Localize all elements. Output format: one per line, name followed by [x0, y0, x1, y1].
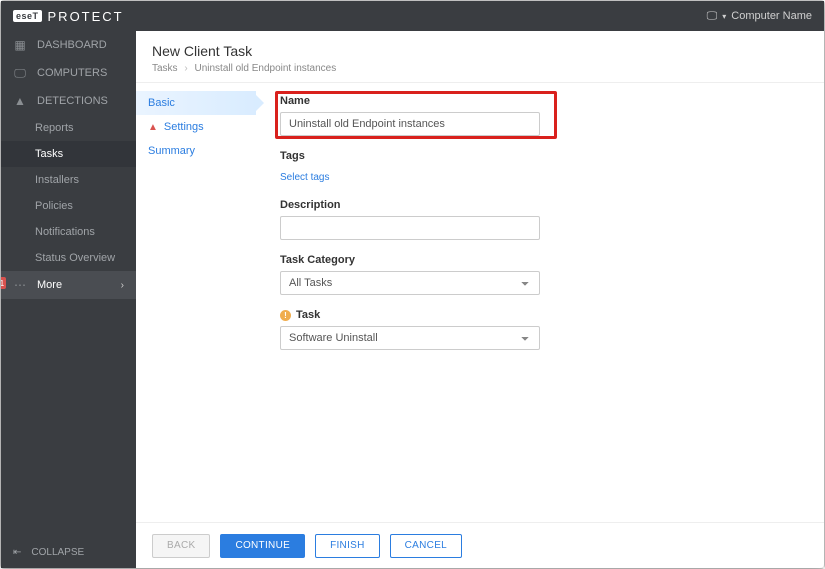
name-label: Name — [280, 95, 540, 107]
finish-button[interactable]: FINISH — [315, 534, 380, 558]
sidebar-item-label: DASHBOARD — [37, 39, 107, 51]
body-row: Basic ▲ Settings Summary Name Tags Selec… — [136, 82, 824, 522]
task-category-label: Task Category — [280, 254, 540, 266]
task-category-select[interactable]: All Tasks — [280, 271, 540, 295]
breadcrumb-current: Uninstall old Endpoint instances — [194, 63, 336, 74]
monitor-icon: 🖵 — [707, 10, 718, 23]
sidebar-item-reports[interactable]: Reports — [1, 115, 136, 141]
field-name: Name — [280, 95, 540, 136]
more-icon: ⋯ — [13, 278, 27, 292]
task-label-text: Task — [296, 309, 320, 321]
sidebar-item-installers[interactable]: Installers — [1, 167, 136, 193]
warning-icon: ▲ — [148, 122, 158, 133]
task-select[interactable]: Software Uninstall — [280, 326, 540, 350]
collapse-icon: ⇤ — [13, 547, 21, 558]
field-task: ! Task Software Uninstall — [280, 309, 540, 350]
tags-label: Tags — [280, 150, 540, 162]
content-header: New Client Task Tasks › Uninstall old En… — [136, 31, 824, 82]
select-tags-link[interactable]: Select tags — [280, 172, 329, 183]
continue-button[interactable]: CONTINUE — [220, 534, 305, 558]
brand: eseT PROTECT — [13, 9, 124, 24]
step-summary[interactable]: Summary — [136, 139, 256, 163]
form-area: Name Tags Select tags Description Task C… — [256, 83, 824, 522]
sidebar-item-dashboard[interactable]: ▦ DASHBOARD — [1, 31, 136, 59]
computers-icon: 🖵 — [13, 66, 27, 80]
sidebar-item-status-overview[interactable]: Status Overview — [1, 245, 136, 271]
sidebar-item-label: More — [37, 279, 62, 291]
breadcrumb: Tasks › Uninstall old Endpoint instances — [152, 63, 808, 74]
field-description: Description — [280, 199, 540, 240]
page-title: New Client Task — [152, 43, 808, 59]
task-label: ! Task — [280, 309, 540, 321]
detections-icon: ▲ — [13, 94, 27, 108]
sidebar-item-label: Tasks — [35, 148, 63, 160]
wizard-footer: BACK CONTINUE FINISH CANCEL — [136, 522, 824, 568]
dashboard-icon: ▦ — [13, 38, 27, 52]
computer-name-dropdown[interactable]: 🖵 ▾ Computer Name — [707, 10, 812, 23]
sidebar-item-label: DETECTIONS — [37, 95, 108, 107]
sidebar-item-more[interactable]: 1 ⋯ More › — [1, 271, 136, 299]
chevron-down-icon: ▾ — [722, 12, 726, 21]
step-label: Settings — [164, 121, 244, 133]
chevron-right-icon: › — [121, 280, 124, 291]
back-button[interactable]: BACK — [152, 534, 210, 558]
topbar: eseT PROTECT 🖵 ▾ Computer Name — [1, 1, 824, 31]
sidebar-item-label: Notifications — [35, 226, 95, 238]
sidebar-item-tasks[interactable]: Tasks — [1, 141, 136, 167]
more-badge: 1 — [1, 277, 6, 289]
logo-badge: eseT — [13, 10, 42, 22]
sidebar-item-label: COMPUTERS — [37, 67, 107, 79]
step-basic[interactable]: Basic — [136, 91, 256, 115]
content: New Client Task Tasks › Uninstall old En… — [136, 31, 824, 568]
step-settings[interactable]: ▲ Settings — [136, 115, 256, 139]
sidebar-item-label: Status Overview — [35, 252, 115, 264]
description-label: Description — [280, 199, 540, 211]
sidebar: ▦ DASHBOARD 🖵 COMPUTERS ▲ DETECTIONS Rep… — [1, 31, 136, 568]
sidebar-item-policies[interactable]: Policies — [1, 193, 136, 219]
field-task-category: Task Category All Tasks — [280, 254, 540, 295]
cancel-button[interactable]: CANCEL — [390, 534, 462, 558]
breadcrumb-root[interactable]: Tasks — [152, 63, 178, 74]
step-label: Basic — [148, 97, 244, 109]
computer-name-label: Computer Name — [731, 10, 812, 22]
collapse-label: COLLAPSE — [31, 547, 84, 558]
step-label: Summary — [148, 145, 244, 157]
sidebar-nav: ▦ DASHBOARD 🖵 COMPUTERS ▲ DETECTIONS Rep… — [1, 31, 136, 537]
brand-name: PROTECT — [48, 9, 124, 24]
sidebar-item-detections[interactable]: ▲ DETECTIONS — [1, 87, 136, 115]
sidebar-item-label: Policies — [35, 200, 73, 212]
sidebar-item-notifications[interactable]: Notifications — [1, 219, 136, 245]
description-input[interactable] — [280, 216, 540, 240]
breadcrumb-sep: › — [184, 63, 187, 74]
sidebar-item-label: Reports — [35, 122, 74, 134]
warning-dot-icon: ! — [280, 310, 291, 321]
sidebar-item-label: Installers — [35, 174, 79, 186]
sidebar-collapse[interactable]: ⇤ COLLAPSE — [1, 537, 136, 568]
field-tags: Tags Select tags — [280, 150, 540, 185]
name-input[interactable] — [280, 112, 540, 136]
sidebar-item-computers[interactable]: 🖵 COMPUTERS — [1, 59, 136, 87]
wizard-steps: Basic ▲ Settings Summary — [136, 83, 256, 522]
